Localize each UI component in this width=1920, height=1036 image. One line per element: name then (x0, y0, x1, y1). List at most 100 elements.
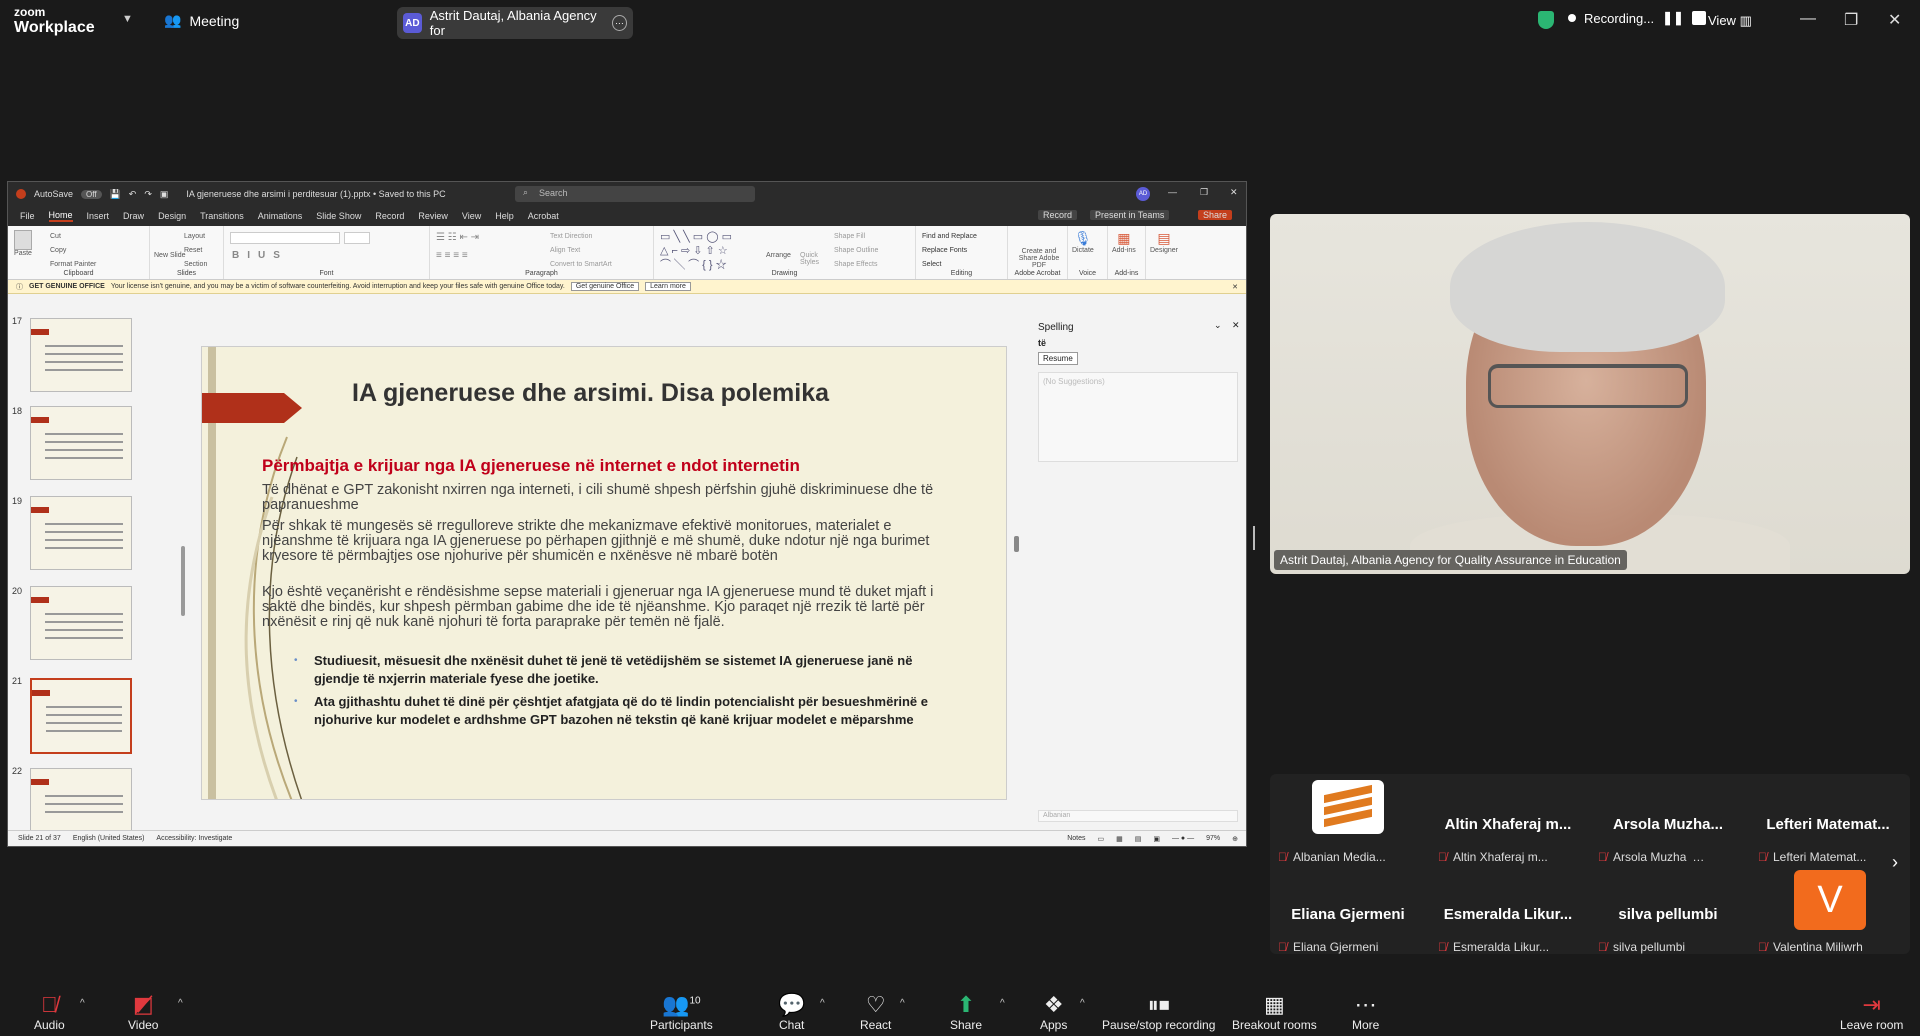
participant-tile[interactable]: Arsola Muzha... 🎙̸ Arsola Muzha… (1590, 780, 1746, 866)
replace-fonts-button[interactable]: Replace Fonts (922, 244, 1001, 258)
pane-chevron-icon[interactable]: ⌄ (1214, 320, 1222, 331)
react-caret-icon[interactable]: ^ (900, 998, 905, 1009)
minimize-icon[interactable]: — (1800, 10, 1816, 28)
layout-button[interactable]: Layout (184, 230, 207, 244)
ppt-restore-icon[interactable]: ❐ (1200, 187, 1208, 198)
current-slide[interactable]: IA gjeneruese dhe arsimi. Disa polemika … (201, 346, 1007, 800)
slide-bullet-1[interactable]: Studiuesit, mësuesit dhe nxënësit duhet … (314, 652, 944, 688)
user-avatar[interactable]: AD (1136, 187, 1150, 201)
language-select[interactable]: Albanian (1038, 810, 1238, 822)
leave-room-button[interactable]: ⇥ Leave room (1840, 992, 1903, 1032)
react-button[interactable]: ♡ React (860, 992, 891, 1032)
chevron-down-icon[interactable]: ▼ (122, 13, 133, 25)
accessibility-status[interactable]: Accessibility: Investigate (156, 835, 232, 842)
designer-button[interactable]: ▤ Designer (1150, 230, 1178, 254)
tab-design[interactable]: Design (158, 211, 186, 221)
status-language[interactable]: English (United States) (73, 835, 145, 842)
new-slide-button[interactable]: New Slide (154, 252, 186, 259)
addins-button[interactable]: ▦ Add-ins (1112, 230, 1136, 254)
slide-paragraph-2[interactable]: Për shkak të mungesës së rregulloreve st… (262, 519, 962, 564)
undo-icon[interactable]: ↶ (129, 189, 137, 200)
slide-thumbnail[interactable] (30, 586, 132, 660)
create-share-pdf-button[interactable]: Create and Share Adobe PDF (1012, 248, 1066, 269)
slide-thumbnail[interactable] (30, 768, 132, 832)
apps-button[interactable]: ❖ Apps (1040, 992, 1067, 1032)
view-normal-icon[interactable]: ▭ (1097, 835, 1104, 843)
tab-file[interactable]: File (20, 211, 35, 221)
ppt-close-icon[interactable]: ✕ (1230, 187, 1238, 198)
close-icon[interactable]: ✕ (1888, 10, 1901, 30)
share-caret-icon[interactable]: ^ (1000, 998, 1005, 1009)
present-teams-button[interactable]: Present in Teams (1090, 210, 1170, 220)
get-genuine-button[interactable]: Get genuine Office (570, 282, 640, 291)
pause-stop-recording-button[interactable]: ⏸⏹ Pause/stop recording (1102, 992, 1215, 1032)
text-direction-button[interactable]: Text Direction (550, 230, 612, 244)
quick-styles-button[interactable]: Quick Styles (800, 252, 826, 266)
slide-paragraph-3[interactable]: Kjo është veçanërisht e rëndësishme seps… (262, 585, 962, 630)
more-icon[interactable]: ··· (611, 15, 627, 31)
ppt-minimize-icon[interactable]: — (1168, 187, 1177, 197)
audio-button[interactable]: 🎙̸ Audio (34, 992, 65, 1032)
restore-icon[interactable]: ❐ (1844, 10, 1858, 30)
fit-slide-icon[interactable]: ⊕ (1232, 835, 1238, 843)
search-input[interactable]: ⌕ Search (515, 186, 755, 202)
video-button[interactable]: ◩̸ Video (128, 992, 158, 1032)
participant-tile[interactable]: Eliana Gjermeni 🎙̸ Eliana Gjermeni (1270, 870, 1426, 956)
speaker-video[interactable]: Astrit Dautaj, Albania Agency for Qualit… (1270, 214, 1910, 574)
zoom-slider[interactable]: — ● — (1172, 835, 1194, 842)
more-icon[interactable]: … (1692, 850, 1704, 864)
chat-button[interactable]: 💬 Chat (778, 992, 805, 1032)
next-page-chevron-icon[interactable]: › (1892, 852, 1898, 873)
view-button[interactable]: View ▥ (1708, 13, 1752, 29)
chat-caret-icon[interactable]: ^ (820, 998, 825, 1009)
shapes-gallery[interactable]: ▭ ╲ ╲ ▭ ◯ ▭ △ ⌐ ⇨ ⇩ ⇧ ☆ ⌒ ╲ ⌒ { } ☆ (660, 230, 732, 272)
stop-icon[interactable] (1691, 11, 1706, 25)
view-reading-icon[interactable]: ▤ (1135, 835, 1142, 843)
participant-tile[interactable]: Esmeralda Likur... 🎙̸ Esmeralda Likur... (1430, 870, 1586, 956)
arrange-button[interactable]: Arrange (766, 252, 791, 259)
shield-check-icon[interactable] (1538, 11, 1554, 29)
suggestions-list[interactable]: (No Suggestions) (1038, 372, 1238, 462)
share-screen-button[interactable]: ⬆ Share (950, 992, 982, 1032)
slide-thumbnail[interactable] (30, 496, 132, 570)
font-name-input[interactable] (230, 232, 340, 244)
thumbnail-scrollbar[interactable] (181, 546, 185, 616)
tab-help[interactable]: Help (495, 211, 514, 221)
meeting-menu[interactable]: 👥 Meeting (164, 12, 239, 29)
redo-icon[interactable]: ↷ (144, 189, 152, 200)
tab-draw[interactable]: Draw (123, 211, 144, 221)
participant-tile[interactable]: 🎙̸ Albanian Media... (1270, 780, 1426, 866)
view-sorter-icon[interactable]: ▦ (1116, 835, 1123, 843)
video-caret-icon[interactable]: ^ (178, 998, 183, 1009)
banner-close-icon[interactable]: ✕ (1232, 283, 1238, 291)
tab-home[interactable]: Home (48, 210, 73, 222)
participant-tile[interactable]: Lefteri Matemat... 🎙̸ Lefteri Matemat... (1750, 780, 1906, 866)
copy-button[interactable]: Copy (50, 244, 96, 258)
align-text-button[interactable]: Align Text (550, 244, 612, 258)
slide-thumbnail[interactable] (30, 406, 132, 480)
participant-tile[interactable]: V 🎙̸ Valentina Miliwrh (1750, 870, 1906, 956)
align-icons[interactable]: ≡ ≡ ≡ ≡ (436, 250, 468, 261)
slide-thumbnail-selected[interactable] (30, 678, 132, 754)
tab-record[interactable]: Record (375, 211, 404, 221)
participant-tile[interactable]: Altin Xhaferaj m... 🎙̸ Altin Xhaferaj m..… (1430, 780, 1586, 866)
save-icon[interactable]: 💾 (110, 189, 121, 200)
panel-divider-handle[interactable] (1253, 526, 1255, 550)
reset-button[interactable]: Reset (184, 244, 207, 258)
present-icon[interactable]: ▣ (160, 189, 169, 200)
tab-animations[interactable]: Animations (258, 211, 303, 221)
slide-heading[interactable]: Përmbajtja e krijuar nga IA gjeneruese n… (262, 456, 800, 476)
slide-thumbnail[interactable] (30, 318, 132, 392)
share-button[interactable]: Share (1198, 210, 1233, 220)
file-name[interactable]: IA gjeneruese dhe arsimi i perditesuar (… (186, 189, 445, 199)
tab-slide-show[interactable]: Slide Show (316, 211, 361, 221)
pane-close-icon[interactable]: ✕ (1232, 320, 1240, 331)
shape-outline-button[interactable]: Shape Outline (834, 244, 878, 258)
learn-more-button[interactable]: Learn more (645, 282, 691, 291)
pause-icon[interactable]: ❚❚ (1662, 10, 1684, 26)
paste-button[interactable]: Paste (14, 230, 32, 257)
active-speaker-pill[interactable]: AD Astrit Dautaj, Albania Agency for ··· (397, 7, 633, 39)
participants-button[interactable]: 👥10 Participants (650, 992, 713, 1032)
tab-view[interactable]: View (462, 211, 481, 221)
list-icons[interactable]: ☰ ☷ ⇤ ⇥ (436, 232, 479, 243)
